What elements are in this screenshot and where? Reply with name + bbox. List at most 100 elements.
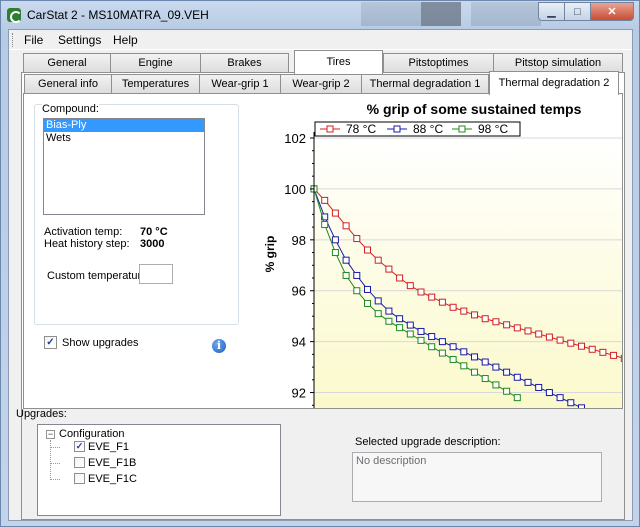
data-point [492, 381, 500, 389]
background-window-blur [471, 2, 541, 26]
app-window: CarStat 2 - MS10MATRA_09.VEH ▁ □ ✕ File … [0, 0, 640, 527]
upgrades-tree[interactable]: − Configuration ✓ EVE_F1 EVE_F1B EVE_F1C [37, 424, 281, 516]
data-point [471, 368, 478, 376]
tab-pitstop-simulation[interactable]: Pitstop simulation [493, 53, 623, 73]
compound-item-bias-ply[interactable]: Bias-Ply [44, 119, 204, 132]
data-point [471, 311, 478, 319]
upgrades-label: Upgrades: [16, 408, 67, 420]
tab-temperatures[interactable]: Temperatures [111, 74, 200, 94]
data-point [438, 298, 446, 306]
upgrade-checkbox-eve-f1[interactable]: ✓ [74, 441, 85, 452]
data-point [524, 327, 532, 335]
data-point [545, 389, 553, 397]
tab-tires[interactable]: Tires [294, 50, 383, 74]
tab-general-info[interactable]: General info [24, 74, 112, 94]
heat-history-value: 3000 [140, 238, 165, 250]
chart-legend: 78 °C 88 °C 98 °C [314, 121, 521, 137]
title-bar[interactable]: CarStat 2 - MS10MATRA_09.VEH ▁ □ ✕ [1, 1, 639, 29]
compound-listbox[interactable]: Bias-Ply Wets [43, 118, 205, 215]
tab-wear-grip-2[interactable]: Wear-grip 2 [280, 74, 362, 94]
chart-svg: % grip of some sustained temps 78 °C 88 °… [263, 101, 622, 408]
info-icon[interactable]: i [212, 339, 226, 353]
upgrade-checkbox-eve-f1c[interactable] [74, 473, 85, 484]
data-point [567, 399, 575, 407]
data-point [503, 368, 511, 376]
data-point [342, 271, 350, 279]
compound-group: Compound: Bias-Ply Wets Activation temp:… [34, 103, 239, 325]
data-point [599, 348, 607, 356]
data-point [385, 317, 393, 325]
data-point [364, 285, 371, 293]
activation-temp-value: 70 °C [140, 226, 168, 238]
data-point [374, 256, 382, 264]
legend-label: 88 °C [413, 122, 443, 136]
data-point [321, 221, 329, 229]
app-icon[interactable] [7, 8, 22, 23]
data-point [503, 321, 511, 329]
menu-file[interactable]: File [24, 33, 43, 47]
upgrade-checkbox-eve-f1b[interactable] [74, 457, 85, 468]
compound-item-wets[interactable]: Wets [44, 132, 204, 145]
data-point [578, 342, 585, 350]
data-point [513, 394, 521, 402]
data-point [460, 307, 468, 315]
tree-connector [50, 463, 60, 464]
data-point [460, 348, 468, 356]
tab-pitstoptimes[interactable]: Pitstoptimes [383, 53, 494, 73]
tree-connector [50, 447, 60, 448]
legend-marker [458, 125, 466, 133]
close-button[interactable]: ✕ [590, 2, 634, 21]
activation-temp-label: Activation temp: [44, 226, 123, 238]
legend-label: 78 °C [346, 122, 376, 136]
upgrade-item-eve-f1c[interactable]: EVE_F1C [88, 473, 137, 485]
data-point [503, 387, 511, 395]
data-point [449, 355, 457, 363]
menu-help[interactable]: Help [113, 33, 138, 47]
data-point [417, 327, 425, 335]
show-upgrades-label: Show upgrades [62, 337, 139, 349]
data-point [396, 274, 404, 282]
upgrade-item-eve-f1[interactable]: EVE_F1 [88, 441, 129, 453]
tree-connector [50, 440, 51, 480]
data-point [460, 362, 468, 370]
upgrade-item-eve-f1b[interactable]: EVE_F1B [88, 457, 136, 469]
show-upgrades-checkbox[interactable]: ✓ [44, 336, 57, 349]
legend-label: 98 °C [478, 122, 508, 136]
upgrade-description-box[interactable]: No description [352, 452, 602, 502]
upgrade-description-label: Selected upgrade description: [355, 436, 501, 448]
collapse-icon[interactable]: − [46, 430, 55, 439]
data-point [428, 293, 436, 301]
tab-wear-grip-1[interactable]: Wear-grip 1 [199, 74, 281, 94]
data-point [417, 336, 425, 344]
tab-brakes[interactable]: Brakes [200, 53, 289, 73]
y-tick-label: 96 [292, 284, 306, 299]
background-window-blur [361, 2, 421, 26]
grip-chart: % grip of some sustained temps 78 °C 88 °… [244, 94, 622, 408]
data-point [374, 310, 382, 318]
data-point [438, 349, 446, 357]
tab-engine[interactable]: Engine [110, 53, 201, 73]
data-point [556, 336, 564, 344]
data-point [545, 333, 553, 341]
y-tick-label: 92 [292, 386, 306, 401]
tree-root-configuration[interactable]: Configuration [59, 428, 124, 440]
menu-settings[interactable]: Settings [58, 33, 101, 47]
data-point [331, 209, 339, 217]
y-tick-label: 100 [284, 182, 306, 197]
tires-tab-panel: General info Temperatures Wear-grip 1 We… [16, 71, 625, 520]
custom-temp-input[interactable] [139, 264, 173, 284]
tab-thermal-degradation-1[interactable]: Thermal degradation 1 [361, 74, 489, 94]
data-point [492, 363, 500, 371]
data-point [364, 299, 371, 307]
tab-thermal-degradation-2[interactable]: Thermal degradation 2 [489, 71, 619, 95]
tab-general[interactable]: General [23, 53, 111, 73]
maximize-button[interactable]: □ [564, 2, 590, 21]
data-point [353, 287, 361, 295]
data-point [428, 333, 436, 341]
minimize-button[interactable]: ▁ [538, 2, 564, 21]
menu-bar: File Settings Help [9, 30, 632, 50]
legend-marker [326, 125, 334, 133]
data-point [353, 271, 361, 279]
background-window-blur [421, 2, 461, 26]
main-tabs: General Engine Brakes Tires Pitstoptimes… [23, 50, 623, 74]
